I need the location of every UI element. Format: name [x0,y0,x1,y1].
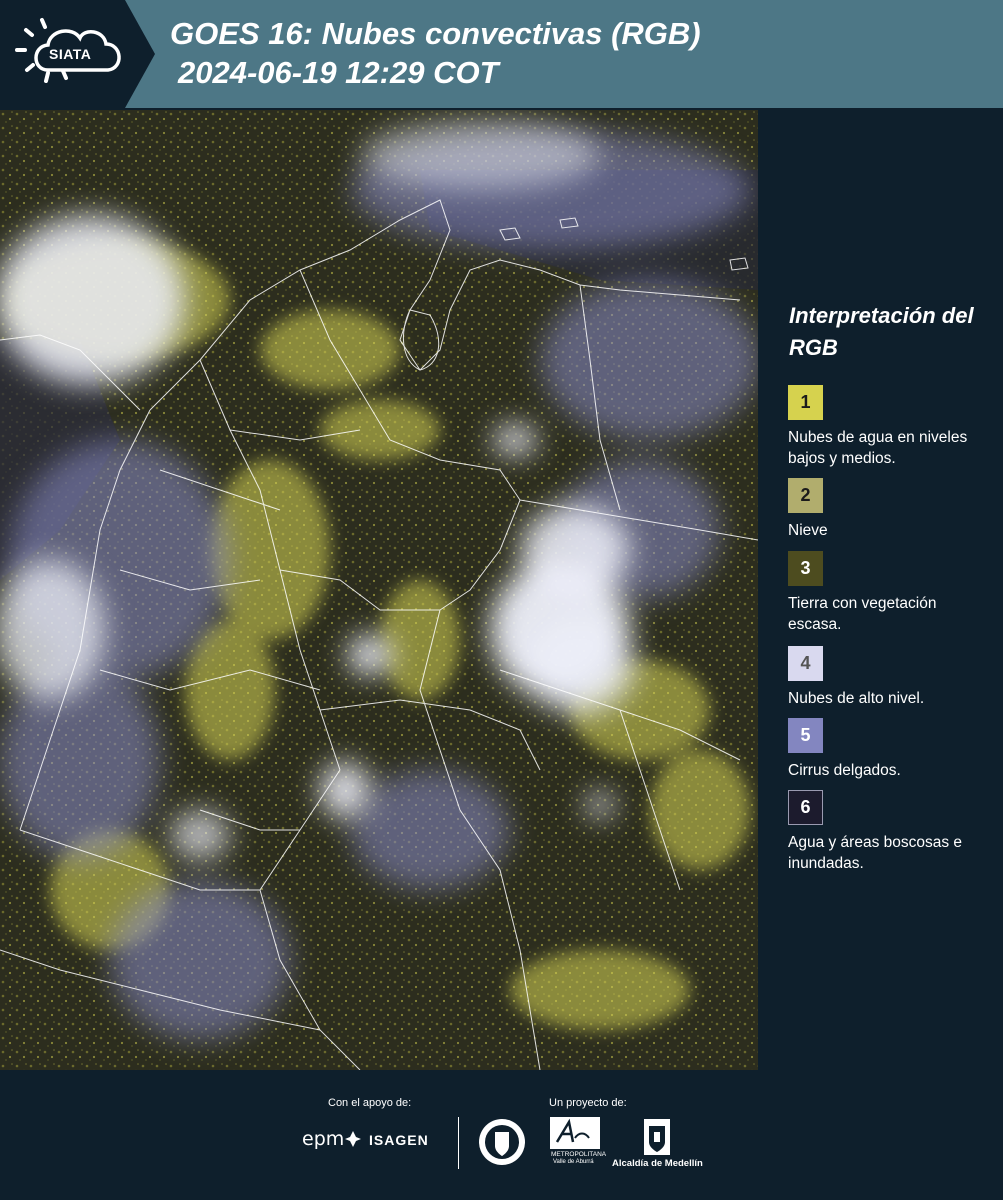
legend-number: 3 [800,558,811,578]
siata-logo[interactable]: SIATA [0,0,155,108]
legend-number: 6 [800,797,811,817]
metropolitana-label: METROPOLITANA [551,1151,607,1158]
isagen-logo[interactable]: ISAGEN [369,1132,429,1148]
legend-swatch: 5 [788,718,823,753]
logo-text: SIATA [49,46,92,62]
footer: Con el apoyo de: Un proyecto de: epm ISA… [0,1070,1003,1200]
legend-swatch: 3 [788,551,823,586]
legend-swatch: 6 [788,790,823,825]
support-label: Con el apoyo de: [328,1097,412,1109]
area-metropolitana-logo[interactable] [549,1116,601,1150]
legend-number: 2 [800,485,811,505]
legend-item: 5 Cirrus delgados. [788,718,993,781]
satellite-image[interactable] [0,110,758,1070]
legend-number: 1 [800,392,811,412]
alcaldia-label: Alcaldía de Medellín [612,1158,703,1169]
footer-divider [458,1117,459,1169]
project-label: Un proyecto de: [549,1097,627,1109]
legend-item: 6 Agua y áreas boscosas e inundadas. [788,790,993,874]
rgb-composite-map [0,110,758,1070]
valle-label: Valle de Aburrá [553,1159,594,1165]
legend-label: Nubes de alto nivel. [788,690,925,707]
legend-label: Nieve [788,522,828,539]
medellin-shield-icon[interactable] [643,1118,671,1156]
legend-item: 1 Nubes de agua en niveles bajos y medio… [788,385,993,469]
legend-number: 5 [800,725,811,745]
legend-title: Interpretación del RGB [789,303,974,360]
legend-panel: Interpretación del RGB 1 Nubes de agua e… [760,108,1003,1070]
legend-item: 2 Nieve [788,478,993,541]
legend-label: Agua y áreas boscosas e inundadas. [788,834,963,872]
timestamp: 2024-06-19 12:29 COT [178,55,499,90]
legend-label: Nubes de agua en niveles bajos y medios. [788,429,968,467]
legend-item: 3 Tierra con vegetación escasa. [788,551,993,635]
legend-label: Tierra con vegetación escasa. [788,595,937,633]
legend-label: Cirrus delgados. [788,762,901,779]
header-bar: SIATA GOES 16: Nubes convectivas (RGB) 2… [0,0,1003,108]
isagen-icon [345,1131,361,1147]
legend-swatch: 2 [788,478,823,513]
legend-swatch: 1 [788,385,823,420]
medellin-seal-icon[interactable] [477,1116,527,1168]
epm-logo[interactable]: epm [302,1128,344,1150]
legend-swatch: 4 [788,646,823,681]
legend-number: 4 [800,653,811,673]
page-title: GOES 16: Nubes convectivas (RGB) [170,16,701,51]
legend-item: 4 Nubes de alto nivel. [788,646,993,709]
